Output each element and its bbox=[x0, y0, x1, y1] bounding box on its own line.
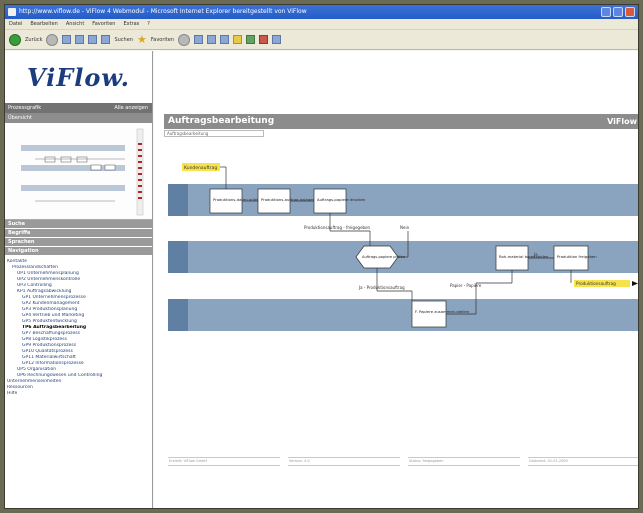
process-6-label: Produktion freigeben bbox=[557, 254, 597, 259]
footer-cell-1: Erstellt: ViFlow GmbH bbox=[168, 457, 280, 466]
menu-view[interactable]: Ansicht bbox=[66, 19, 84, 29]
menu-bar: Datei Bearbeiten Ansicht Favoriten Extra… bbox=[5, 19, 638, 30]
viflow-logo: ViFlow. bbox=[5, 51, 152, 103]
refresh-icon[interactable] bbox=[75, 35, 85, 44]
footer-cell-4: Geändert: 01.01.2009 bbox=[528, 457, 638, 466]
main-content: Auftragsbearbeitung ViFlow Auftragsbearb… bbox=[154, 51, 638, 508]
back-icon[interactable] bbox=[9, 33, 21, 46]
search-label[interactable]: Suchen bbox=[114, 37, 133, 43]
minimize-button[interactable] bbox=[601, 7, 611, 17]
sidebar-item-search[interactable]: Suche bbox=[5, 220, 152, 229]
flow-label-3: Ja - Produktionsauftrag bbox=[358, 285, 405, 290]
edit-icon[interactable] bbox=[220, 35, 230, 44]
flow-label-2: Nein bbox=[400, 225, 410, 230]
menu-help[interactable]: ? bbox=[147, 19, 150, 29]
overview-thumbnail bbox=[21, 128, 144, 216]
browser-icon bbox=[8, 8, 16, 16]
overview-map[interactable] bbox=[5, 123, 152, 220]
sidebar-item-terms[interactable]: Begriffe bbox=[5, 229, 152, 238]
swim-lane-1-tab bbox=[168, 184, 188, 216]
tree-item[interactable]: Hilfe bbox=[7, 391, 150, 397]
toolbar-extra-icon[interactable] bbox=[272, 35, 282, 44]
menu-favorites[interactable]: Favoriten bbox=[92, 19, 115, 29]
flow-label-5: Papier - Papiere bbox=[450, 283, 482, 288]
page-footer: Erstellt: ViFlow GmbH Version: 4.0 Statu… bbox=[168, 457, 638, 466]
navigation-tree: Kontakte Prozesslandschaften UP1 Unternehm… bbox=[5, 256, 152, 400]
swim-lane-3-tab bbox=[168, 299, 188, 331]
messenger-icon[interactable] bbox=[246, 35, 256, 44]
close-button[interactable] bbox=[625, 7, 635, 17]
history-icon[interactable] bbox=[178, 33, 191, 46]
menu-edit[interactable]: Bearbeiten bbox=[30, 19, 57, 29]
sidebar-header: Prozessgrafik Alle anzeigen bbox=[5, 103, 152, 113]
process-3-label: Auftrags-papiere drucken bbox=[317, 197, 366, 202]
title-bar: http://www.viflow.de - ViFlow 4 Webmodul… bbox=[5, 5, 638, 19]
swim-lane-2-tab bbox=[168, 241, 188, 273]
sidebar-item-languages[interactable]: Sprachen bbox=[5, 238, 152, 247]
swim-lane-3 bbox=[168, 299, 638, 331]
browser-window: http://www.viflow.de - ViFlow 4 Webmodul… bbox=[4, 4, 639, 509]
footer-cell-2: Version: 4.0 bbox=[288, 457, 400, 466]
favorites-label[interactable]: Favoriten bbox=[151, 37, 174, 43]
home-icon[interactable] bbox=[88, 35, 98, 44]
process-7[interactable] bbox=[411, 300, 447, 328]
process-7-label: F. Papiere zusammen-stellen bbox=[415, 309, 470, 314]
sidebar: ViFlow. Prozessgrafik Alle anzeigen Über… bbox=[5, 51, 153, 508]
process-diagram: Kundenauftrag Produktions-daten prüfen P… bbox=[168, 163, 638, 331]
sidebar-item-navigation[interactable]: Navigation bbox=[5, 247, 152, 256]
maximize-button[interactable] bbox=[613, 7, 623, 17]
search-icon[interactable] bbox=[101, 35, 111, 44]
flow-label-1: Produktionsauftrag - freigegeben bbox=[304, 225, 371, 230]
mail-icon[interactable] bbox=[194, 35, 204, 44]
sidebar-header-right[interactable]: Alle anzeigen bbox=[114, 103, 148, 113]
window-title: http://www.viflow.de - ViFlow 4 Webmodul… bbox=[19, 8, 307, 15]
menu-file[interactable]: Datei bbox=[9, 19, 22, 29]
forward-icon[interactable] bbox=[46, 33, 59, 46]
menu-tools[interactable]: Extras bbox=[123, 19, 139, 29]
footer-cell-3: Status: freigegeben bbox=[408, 457, 520, 466]
back-label[interactable]: Zurück bbox=[25, 37, 42, 43]
research-icon[interactable] bbox=[259, 35, 269, 44]
folder-icon[interactable] bbox=[233, 35, 243, 44]
stop-icon[interactable] bbox=[62, 35, 72, 44]
overview-label: Übersicht bbox=[8, 115, 32, 121]
flow-label-4: Ja bbox=[533, 252, 538, 257]
print-icon[interactable] bbox=[207, 35, 217, 44]
browser-toolbar: Zurück Suchen ★ Favoriten bbox=[5, 30, 638, 50]
favorites-icon[interactable]: ★ bbox=[137, 33, 147, 46]
start-event-label: Kundenauftrag bbox=[184, 165, 217, 171]
overview-strip: Übersicht bbox=[5, 113, 152, 123]
sidebar-header-left[interactable]: Prozessgrafik bbox=[8, 105, 41, 111]
end-event-label: Produktionsauftrag bbox=[576, 281, 616, 286]
